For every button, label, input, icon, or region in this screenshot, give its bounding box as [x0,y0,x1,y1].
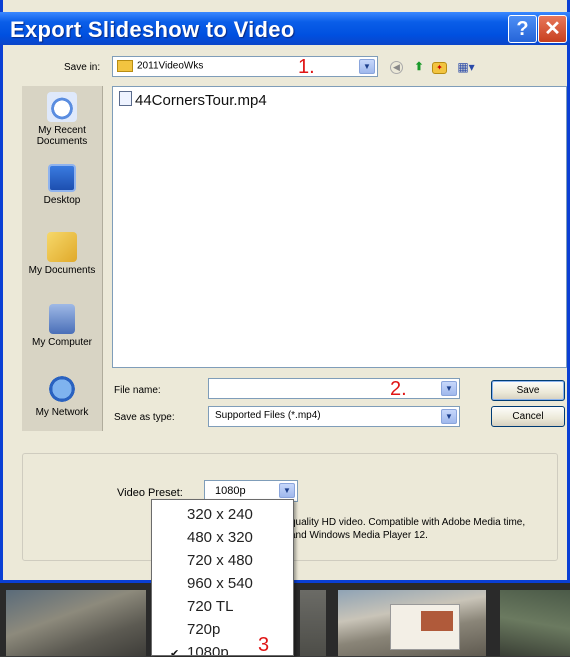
preset-option[interactable]: 960 x 540 [187,575,253,592]
video-preset-value: 1080p [215,485,246,497]
file-name-label: File name: [114,385,161,396]
save-as-type-label: Save as type: [114,412,175,423]
view-menu-icon[interactable]: ▦▾ [456,60,476,74]
preset-option[interactable]: 320 x 240 [187,506,253,523]
annotation-3: 3 [258,634,270,656]
save-as-type-value: Supported Files (*.mp4) [215,410,321,421]
preset-option[interactable]: 720 TL [187,598,233,615]
cancel-button[interactable]: Cancel [491,406,565,427]
checkmark-icon: ✔ [170,648,180,656]
preset-option[interactable]: 720 x 480 [187,552,253,569]
place-my-documents[interactable]: My Documents [22,232,102,276]
my-documents-icon [47,232,77,262]
annotation-1: 1. [298,56,315,78]
desktop-icon [48,164,76,192]
recent-documents-icon [47,92,77,122]
back-icon[interactable]: ◀ [390,61,403,74]
up-folder-icon[interactable]: ⬆ [412,60,426,74]
chevron-down-icon[interactable]: ▼ [359,59,375,74]
place-label: Desktop [43,195,81,206]
chevron-down-icon[interactable]: ▼ [441,381,457,396]
save-button[interactable]: Save [491,380,565,401]
preset-description: quality HD video. Compatible with Adobe … [290,517,526,541]
preset-option[interactable]: 720p [187,621,220,638]
save-in-value: 2011VideoWks [137,60,204,72]
window-title: Export Slideshow to Video [10,17,295,42]
place-my-recent-documents[interactable]: My Recent Documents [22,92,102,147]
place-desktop[interactable]: Desktop [22,164,102,206]
save-in-dropdown[interactable]: 2011VideoWks ▼ [112,56,378,77]
preset-option-selected[interactable]: 1080p [187,644,229,655]
video-preset-options: 320 x 240 480 x 320 720 x 480 960 x 540 … [151,499,294,656]
my-network-icon [47,374,77,404]
title-bar[interactable]: Export Slideshow to Video ? ✕ [0,12,570,45]
slide-thumbnail-1 [6,590,146,656]
file-list[interactable]: 44CornersTour.mp4 [112,86,567,368]
preset-option[interactable]: 480 x 320 [187,529,253,546]
chevron-down-icon[interactable]: ▼ [279,483,295,498]
place-label: My Recent Documents [36,125,88,147]
folder-icon [117,60,133,72]
slide-thumbnail-2 [300,590,326,656]
place-label: My Computer [31,337,92,348]
place-label: My Documents [28,265,96,276]
save-as-type-dropdown[interactable]: Supported Files (*.mp4) ▼ [208,406,460,427]
file-name-input[interactable]: ▼ [208,378,460,399]
slide-thumbnail-4 [500,590,570,656]
file-name: 44CornersTour.mp4 [135,92,267,109]
chevron-down-icon[interactable]: ▼ [441,409,457,424]
place-my-computer[interactable]: My Computer [22,304,102,348]
place-my-network[interactable]: My Network [22,374,102,418]
close-button[interactable]: ✕ [538,15,567,43]
place-label: My Network [35,407,89,418]
help-button[interactable]: ? [508,15,537,43]
slide-thumbnail-3 [338,590,486,656]
new-folder-icon[interactable]: ✦ [432,62,447,74]
file-item[interactable]: 44CornersTour.mp4 [119,91,267,109]
video-file-icon [119,91,132,106]
save-in-label: Save in: [64,62,101,73]
video-preset-label: Video Preset: [117,487,183,499]
places-bar: My Recent Documents Desktop My Documents… [22,86,103,431]
my-computer-icon [49,304,75,334]
annotation-2: 2. [390,378,407,400]
